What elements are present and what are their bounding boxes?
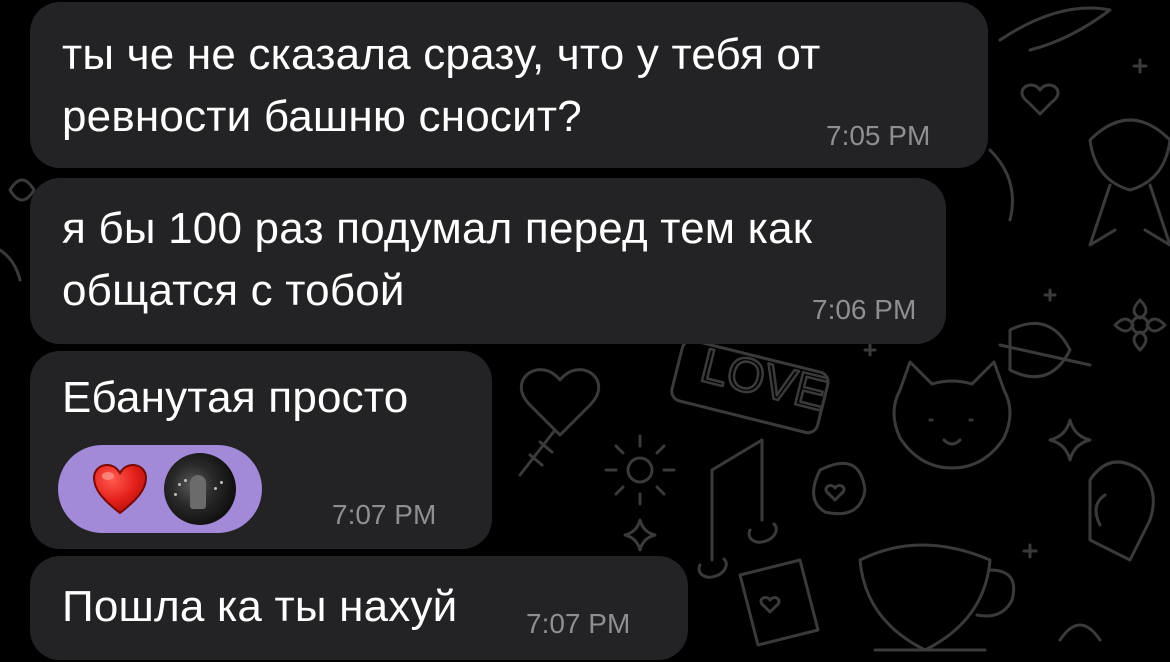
message-bubble[interactable]: я бы 100 раз подумал перед тем как общат… [30, 178, 946, 344]
avatar-figure [190, 475, 206, 509]
message-timestamp: 7:06 PM [812, 294, 917, 325]
avatar-light [184, 479, 187, 482]
left-flower-doodle [0, 178, 36, 282]
avatar-light [174, 493, 177, 496]
message-bubble[interactable]: ты че не сказала сразу, что у тебя от ре… [30, 2, 988, 168]
sun-doodle [626, 456, 654, 484]
mitten-doodle [1088, 460, 1155, 562]
cat-doodle [892, 360, 1012, 470]
sparkle-doodle [1048, 418, 1092, 462]
ribbon-doodle [1088, 118, 1170, 247]
chat-view[interactable]: LOVE ты че не сказала сразу, что у тебя … [0, 0, 1170, 662]
message-bubble[interactable]: Пошла ка ты нахуй 7:07 PM [30, 556, 688, 660]
message-text: ты че не сказала сразу, что у тебя от ре… [62, 30, 821, 141]
wing-doodle [998, 6, 1112, 52]
message-bubble[interactable]: Ебанутая просто 7:07 PM [30, 351, 492, 549]
feather-doodle [998, 321, 1092, 379]
music-note-doodle [697, 438, 778, 579]
message-timestamp: 7:07 PM [332, 499, 437, 530]
reaction-chip[interactable] [58, 445, 262, 533]
message-timestamp: 7:07 PM [526, 608, 631, 639]
message-timestamp: 7:05 PM [826, 120, 931, 151]
red-heart-icon [92, 463, 148, 515]
avatar-light [220, 481, 223, 484]
message-text: я бы 100 раз подумал перед тем как общат… [62, 204, 813, 315]
message-text: Пошла ка ты нахуй [62, 582, 458, 631]
cup-doodle [858, 543, 1016, 652]
heart-box-doodle [812, 461, 867, 516]
avatar-light [178, 483, 181, 486]
message-text: Ебанутая просто [62, 373, 409, 422]
key-heart-doodle [518, 368, 601, 477]
avatar[interactable] [164, 453, 236, 525]
small-heart-doodle [1020, 83, 1060, 116]
stamp-doodle [738, 558, 820, 647]
avatar-light [214, 487, 217, 490]
